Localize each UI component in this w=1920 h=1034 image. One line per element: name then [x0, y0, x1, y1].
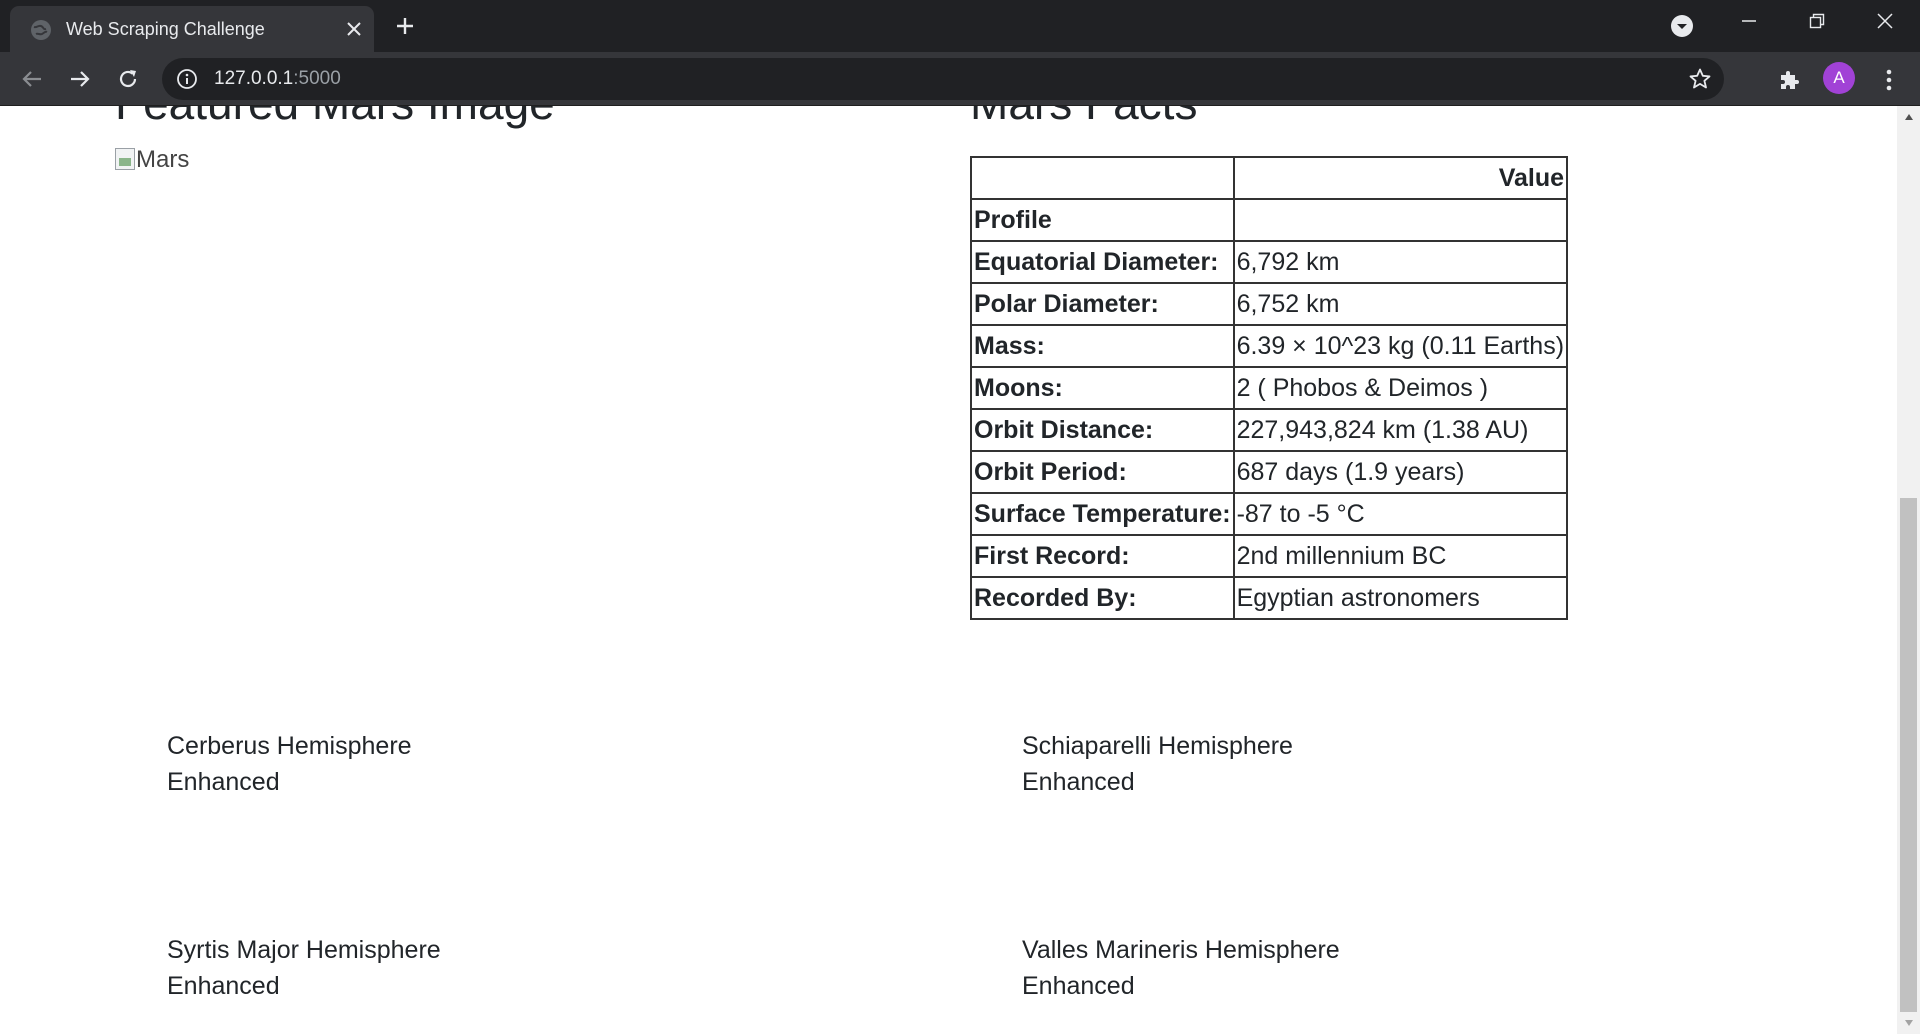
- table-row: Mass: 6.39 × 10^23 kg (0.11 Earths): [970, 324, 1569, 368]
- url-text: 127.0.0.1:5000: [214, 68, 341, 90]
- new-tab-button[interactable]: [390, 11, 420, 41]
- scroll-up-arrow-icon[interactable]: [1897, 106, 1920, 128]
- url-host: 127.0.0.1: [214, 68, 294, 89]
- hemisphere-card-valles-marineris[interactable]: Valles Marineris Hemisphere Enhanced: [1022, 932, 1340, 1004]
- fact-label: Surface Temperature:: [970, 492, 1235, 536]
- fact-label: Orbit Period:: [970, 450, 1235, 494]
- window-close-icon[interactable]: [1854, 0, 1916, 42]
- forward-icon[interactable]: [64, 63, 96, 95]
- hemisphere-card-syrtis-major[interactable]: Syrtis Major Hemisphere Enhanced: [167, 932, 441, 1004]
- table-row: Orbit Period: 687 days (1.9 years): [970, 450, 1569, 494]
- fact-value: 2nd millennium BC: [1232, 534, 1569, 578]
- image-alt-text: Mars: [136, 146, 190, 173]
- hemisphere-title: Syrtis Major Hemisphere: [167, 936, 441, 964]
- bookmark-star-icon[interactable]: [1688, 67, 1712, 91]
- fact-value: [1232, 198, 1569, 242]
- mars-facts-table: Value Profile Equatorial Diameter: 6,792…: [970, 156, 1569, 620]
- hemisphere-card-schiaparelli[interactable]: Schiaparelli Hemisphere Enhanced: [1022, 728, 1293, 800]
- globe-icon: [30, 19, 52, 41]
- table-row: Orbit Distance: 227,943,824 km (1.38 AU): [970, 408, 1569, 452]
- tab-title: Web Scraping Challenge: [66, 19, 265, 39]
- hemisphere-subtitle: Enhanced: [1022, 972, 1135, 1000]
- reload-icon[interactable]: [112, 63, 144, 95]
- page-viewport: Featured Mars Image Mars Facts Mars Valu…: [0, 106, 1897, 1034]
- fact-value: 227,943,824 km (1.38 AU): [1232, 408, 1569, 452]
- back-icon[interactable]: [16, 63, 48, 95]
- hemisphere-title: Schiaparelli Hemisphere: [1022, 732, 1293, 760]
- fact-value: 687 days (1.9 years): [1232, 450, 1569, 494]
- broken-image-icon: [115, 148, 135, 170]
- close-icon[interactable]: [340, 15, 368, 43]
- table-row: Equatorial Diameter: 6,792 km: [970, 240, 1569, 284]
- fact-label: Moons:: [970, 366, 1235, 410]
- browser-toolbar: 127.0.0.1:5000: [0, 52, 1920, 106]
- scroll-down-arrow-icon[interactable]: [1897, 1012, 1920, 1034]
- fact-value: 6,752 km: [1232, 282, 1569, 326]
- table-row: Polar Diameter: 6,752 km: [970, 282, 1569, 326]
- hemisphere-subtitle: Enhanced: [1022, 768, 1135, 796]
- fact-value: 6,792 km: [1232, 240, 1569, 284]
- fact-label: Recorded By:: [970, 576, 1235, 620]
- url-port: :5000: [293, 68, 341, 89]
- table-row: Moons: 2 ( Phobos & Deimos ): [970, 366, 1569, 410]
- address-bar[interactable]: 127.0.0.1:5000: [162, 58, 1724, 100]
- table-header-value: Value: [1232, 156, 1569, 200]
- fact-label: Polar Diameter:: [970, 282, 1235, 326]
- fact-label: Orbit Distance:: [970, 408, 1235, 452]
- tab-active[interactable]: Web Scraping Challenge: [10, 6, 374, 52]
- hemisphere-subtitle: Enhanced: [167, 768, 280, 796]
- mars-facts-heading: Mars Facts: [970, 106, 1197, 131]
- table-row: Surface Temperature: -87 to -5 °C: [970, 492, 1569, 536]
- table-row: Recorded By: Egyptian astronomers: [970, 576, 1569, 620]
- hemisphere-title: Valles Marineris Hemisphere: [1022, 936, 1340, 964]
- hemisphere-subtitle: Enhanced: [167, 972, 280, 1000]
- fact-value: -87 to -5 °C: [1232, 492, 1569, 536]
- tab-strip: Web Scraping Challenge: [0, 0, 1920, 52]
- hemisphere-card-cerberus[interactable]: Cerberus Hemisphere Enhanced: [167, 728, 412, 800]
- fact-label: Profile: [970, 198, 1235, 242]
- scrollbar-thumb[interactable]: [1900, 498, 1917, 1012]
- fact-value: Egyptian astronomers: [1232, 576, 1569, 620]
- fact-value: 6.39 × 10^23 kg (0.11 Earths): [1232, 324, 1569, 368]
- tab-search-icon[interactable]: [1668, 12, 1696, 40]
- vertical-scrollbar[interactable]: [1897, 106, 1920, 1034]
- table-header-row: Value: [970, 156, 1569, 200]
- table-row: First Record: 2nd millennium BC: [970, 534, 1569, 578]
- fact-label: Equatorial Diameter:: [970, 240, 1235, 284]
- profile-avatar[interactable]: A: [1823, 62, 1855, 94]
- featured-mars-image[interactable]: Mars: [115, 148, 189, 172]
- minimize-icon[interactable]: [1718, 0, 1780, 42]
- kebab-menu-icon[interactable]: [1874, 65, 1904, 95]
- fact-value: 2 ( Phobos & Deimos ): [1232, 366, 1569, 410]
- table-row: Profile: [970, 198, 1569, 242]
- hemisphere-title: Cerberus Hemisphere: [167, 732, 412, 760]
- fact-label: Mass:: [970, 324, 1235, 368]
- featured-image-heading: Featured Mars Image: [115, 106, 555, 131]
- fact-label: First Record:: [970, 534, 1235, 578]
- info-icon[interactable]: [176, 68, 198, 90]
- table-header-empty: [970, 156, 1235, 200]
- extensions-puzzle-icon[interactable]: [1774, 65, 1804, 95]
- restore-icon[interactable]: [1786, 0, 1848, 42]
